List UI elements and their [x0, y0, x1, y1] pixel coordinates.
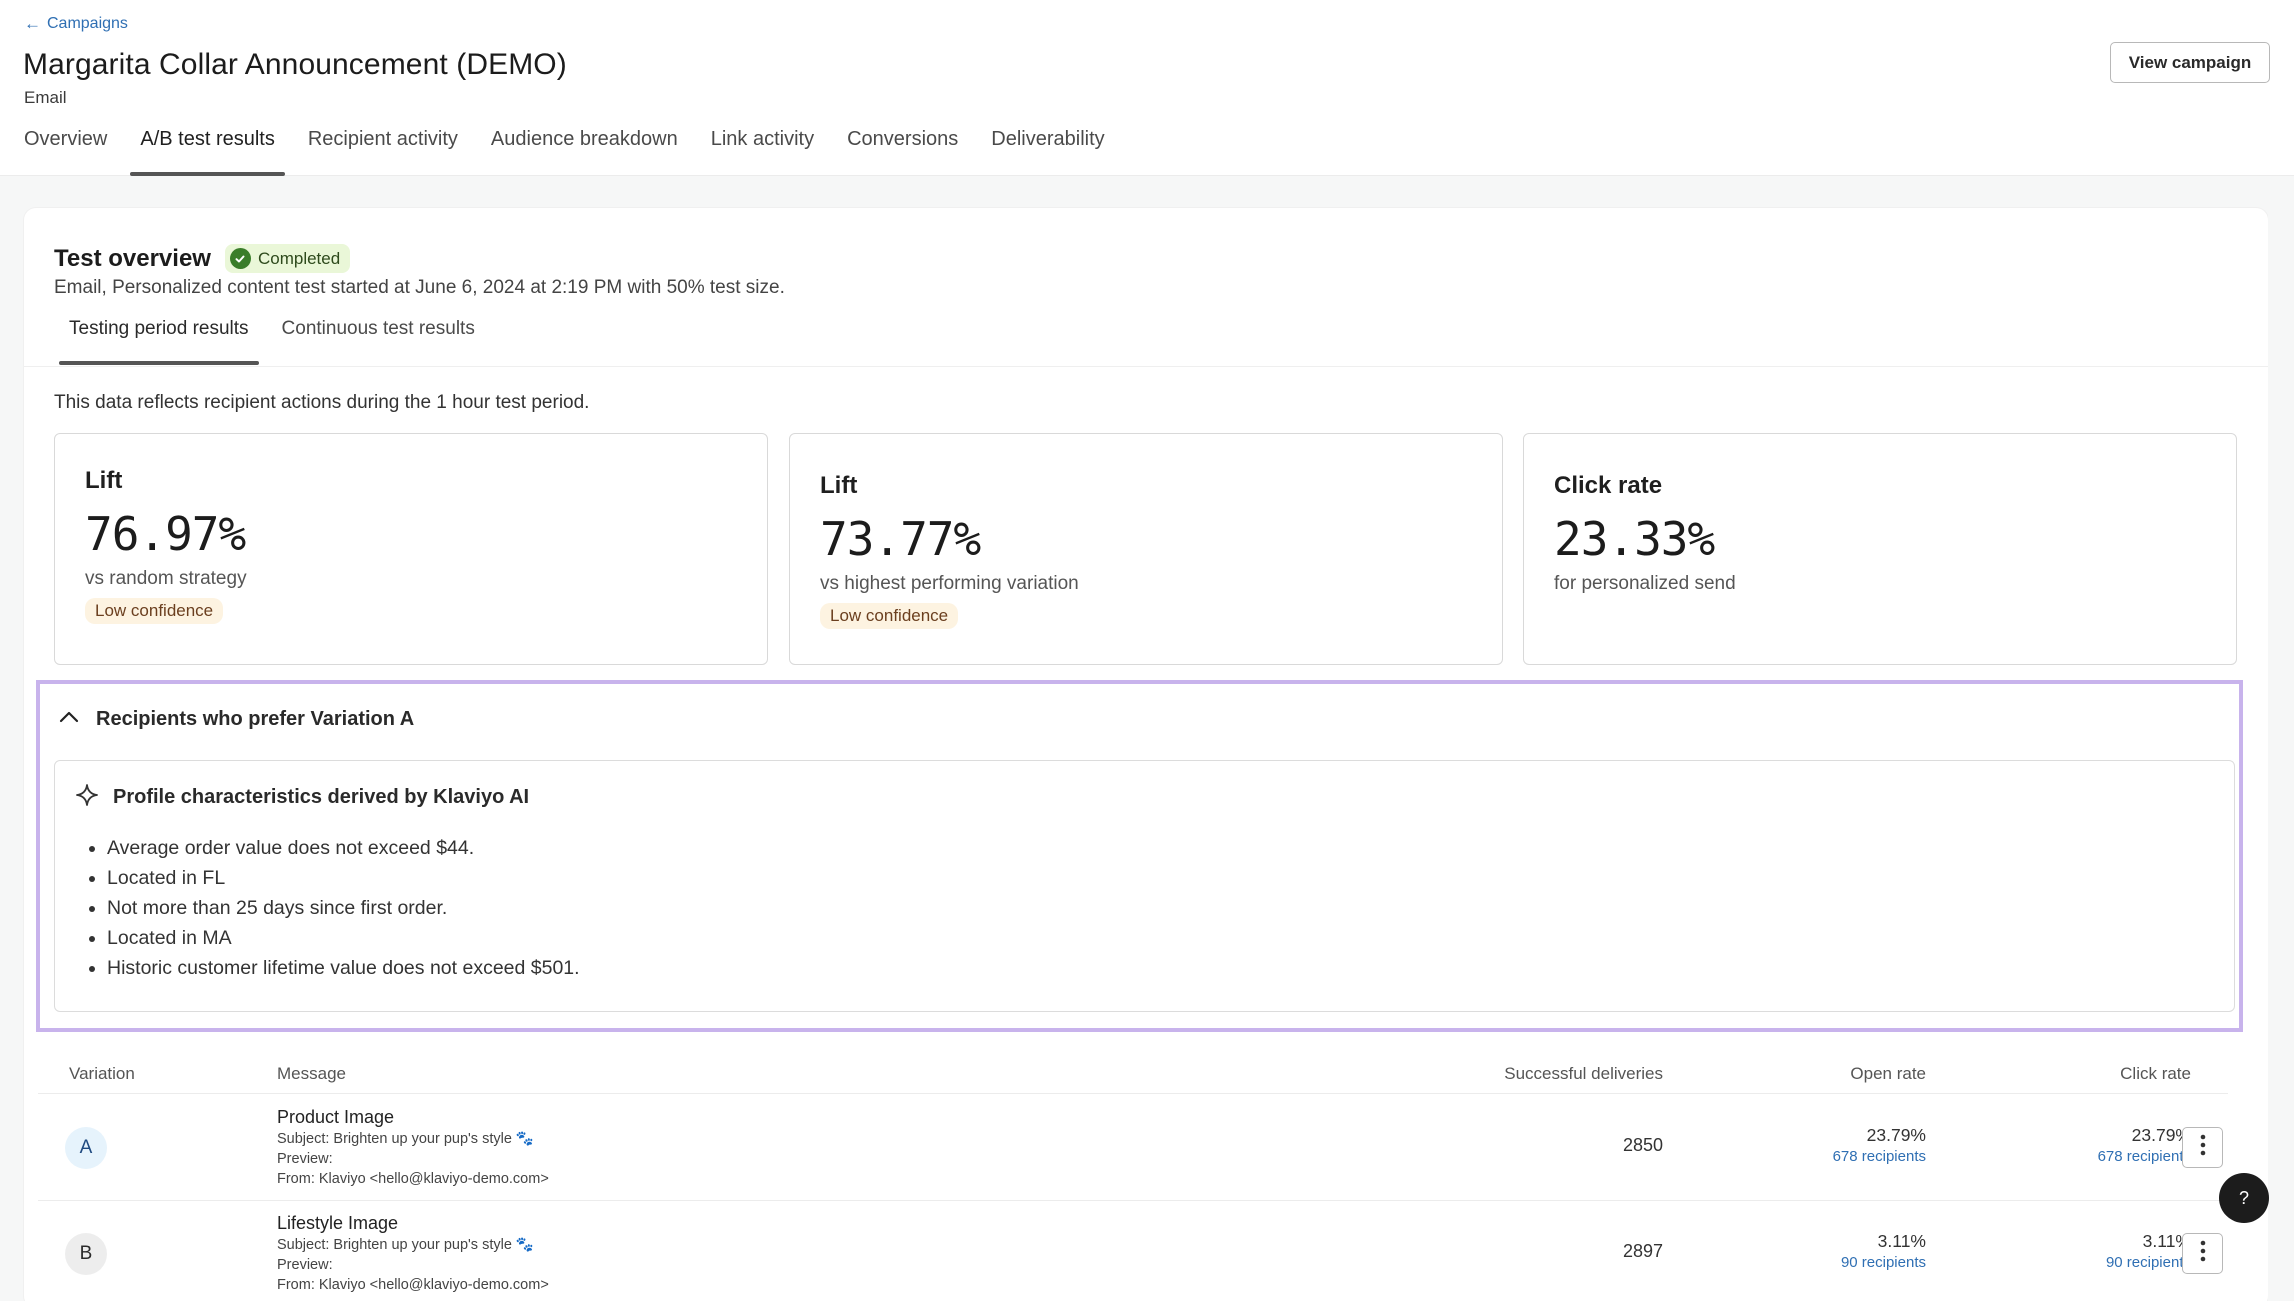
- status-label: Completed: [257, 248, 341, 268]
- divider: [24, 366, 2268, 367]
- help-button[interactable]: ?: [2219, 1173, 2269, 1223]
- metric-value: 76.97%: [85, 507, 246, 561]
- click-rate-value: 3.11%: [2142, 1231, 2191, 1251]
- metric-label: Click rate: [1554, 472, 1663, 499]
- open-rate-cell: 23.79% 678 recipients: [1833, 1124, 1926, 1168]
- click-recipients-link[interactable]: 90 recipients: [2106, 1252, 2191, 1274]
- tab-continuous-test-results[interactable]: Continuous test results: [282, 318, 475, 365]
- deliveries-value: 2897: [1622, 1241, 1663, 1261]
- more-vertical-icon: [2200, 1240, 2206, 1267]
- metric-value: 73.77%: [820, 512, 981, 566]
- click-rate-cell: 3.11% 90 recipients: [2106, 1230, 2191, 1274]
- back-to-campaigns-link[interactable]: ← Campaigns: [24, 14, 128, 34]
- ai-characteristics-box: Profile characteristics derived by Klavi…: [54, 760, 2235, 1012]
- deliveries-value: 2850: [1622, 1135, 1663, 1155]
- variation-preference-panel: Recipients who prefer Variation A Profil…: [36, 680, 2243, 1032]
- chevron-up-icon: [58, 710, 80, 729]
- question-mark-icon: ?: [2238, 1187, 2249, 1208]
- open-rate-value: 23.79%: [1866, 1125, 1926, 1145]
- results-tabs: Testing period results Continuous test r…: [59, 318, 508, 365]
- variation-preference-title: Recipients who prefer Variation A: [96, 708, 415, 730]
- check-circle-icon: [229, 248, 251, 269]
- tab-conversions[interactable]: Conversions: [847, 126, 958, 176]
- column-header-deliveries: Successful deliveries: [1504, 1064, 1663, 1083]
- column-header-message: Message: [277, 1064, 346, 1083]
- tab-link-activity[interactable]: Link activity: [711, 126, 814, 176]
- tab-testing-period-results[interactable]: Testing period results: [59, 318, 259, 365]
- column-header-open-rate: Open rate: [1850, 1064, 1926, 1083]
- message-name: Product Image: [277, 1107, 395, 1127]
- row-actions-button[interactable]: [2182, 1233, 2223, 1274]
- message-preview: Preview:: [277, 1257, 333, 1273]
- status-badge: Completed: [224, 244, 351, 273]
- variation-avatar: A: [65, 1127, 107, 1169]
- click-recipients-link[interactable]: 678 recipients: [2098, 1146, 2191, 1168]
- message-name: Lifestyle Image: [277, 1213, 399, 1233]
- back-link-label: Campaigns: [47, 15, 128, 32]
- metric-label: Lift: [85, 467, 123, 494]
- message-from: From: Klaviyo <hello@klaviyo-demo.com>: [277, 1171, 549, 1187]
- metric-description: vs highest performing variation: [820, 573, 1079, 594]
- sparkle-icon: [75, 783, 99, 812]
- metric-card-lift-random: Lift 76.97% vs random strategy Low confi…: [54, 433, 768, 665]
- ai-characteristics-header: Profile characteristics derived by Klavi…: [75, 783, 529, 812]
- message-cell: Product Image Subject: Brighten up your …: [277, 1105, 549, 1189]
- message-preview: Preview:: [277, 1151, 333, 1167]
- list-item: Average order value does not exceed $44.: [107, 833, 580, 863]
- tab-recipient-activity[interactable]: Recipient activity: [308, 126, 458, 176]
- open-rate-cell: 3.11% 90 recipients: [1841, 1230, 1926, 1274]
- test-overview-card: Test overview Completed Email, Personali…: [24, 208, 2268, 1301]
- page-scrollbar-track[interactable]: [2268, 176, 2294, 1301]
- arrow-left-icon: ←: [24, 14, 41, 33]
- campaign-channel: Email: [24, 88, 67, 107]
- table-row: A Product Image Subject: Brighten up you…: [38, 1095, 2228, 1201]
- page-title: Margarita Collar Announcement (DEMO): [23, 48, 567, 81]
- list-item: Not more than 25 days since first order.: [107, 893, 580, 923]
- ai-characteristics-title: Profile characteristics derived by Klavi…: [113, 786, 530, 808]
- period-note: This data reflects recipient actions dur…: [54, 392, 590, 413]
- open-recipients-link[interactable]: 678 recipients: [1833, 1146, 1926, 1168]
- metric-value: 23.33%: [1554, 512, 1715, 566]
- tab-ab-test-results[interactable]: A/B test results: [130, 126, 285, 176]
- message-subject: Subject: Brighten up your pup's style 🐾: [277, 1131, 534, 1147]
- message-subject: Subject: Brighten up your pup's style 🐾: [277, 1237, 534, 1253]
- metric-description: for personalized send: [1554, 573, 1736, 594]
- tab-deliverability[interactable]: Deliverability: [991, 126, 1104, 176]
- list-item: Historic customer lifetime value does no…: [107, 953, 580, 983]
- metric-card-lift-highest: Lift 73.77% vs highest performing variat…: [789, 433, 1503, 665]
- characteristics-list: Average order value does not exceed $44.…: [107, 833, 580, 983]
- click-rate-cell: 23.79% 678 recipients: [2098, 1124, 2191, 1168]
- variation-avatar: B: [65, 1233, 107, 1275]
- metric-card-click-rate: Click rate 23.33% for personalized send: [1523, 433, 2237, 665]
- confidence-badge: Low confidence: [820, 603, 959, 629]
- tab-overview[interactable]: Overview: [24, 126, 107, 176]
- test-overview-title: Test overview: [54, 244, 211, 272]
- more-vertical-icon: [2200, 1134, 2206, 1161]
- main-tabs: Overview A/B test results Recipient acti…: [24, 126, 1138, 176]
- row-actions-button[interactable]: [2182, 1127, 2223, 1168]
- table-row: B Lifestyle Image Subject: Brighten up y…: [38, 1201, 2228, 1301]
- page-header: ← Campaigns Margarita Collar Announcemen…: [0, 0, 2294, 176]
- metric-description: vs random strategy: [85, 568, 247, 589]
- variation-preference-toggle[interactable]: Recipients who prefer Variation A: [58, 708, 414, 731]
- test-description: Email, Personalized content test started…: [54, 277, 785, 298]
- column-header-click-rate: Click rate: [2120, 1064, 2191, 1083]
- message-from: From: Klaviyo <hello@klaviyo-demo.com>: [277, 1277, 549, 1293]
- list-item: Located in FL: [107, 863, 580, 893]
- open-recipients-link[interactable]: 90 recipients: [1841, 1252, 1926, 1274]
- message-cell: Lifestyle Image Subject: Brighten up you…: [277, 1211, 549, 1295]
- variations-table-header: Variation Message Successful deliveries …: [38, 1056, 2228, 1094]
- test-overview-header: Test overview Completed: [54, 244, 351, 273]
- list-item: Located in MA: [107, 923, 580, 953]
- open-rate-value: 3.11%: [1877, 1231, 1926, 1251]
- column-header-variation: Variation: [69, 1064, 135, 1083]
- metric-label: Lift: [820, 472, 858, 499]
- tab-audience-breakdown[interactable]: Audience breakdown: [491, 126, 678, 176]
- confidence-badge: Low confidence: [85, 598, 224, 624]
- view-campaign-button[interactable]: View campaign: [2110, 42, 2270, 83]
- click-rate-value: 23.79%: [2131, 1125, 2191, 1145]
